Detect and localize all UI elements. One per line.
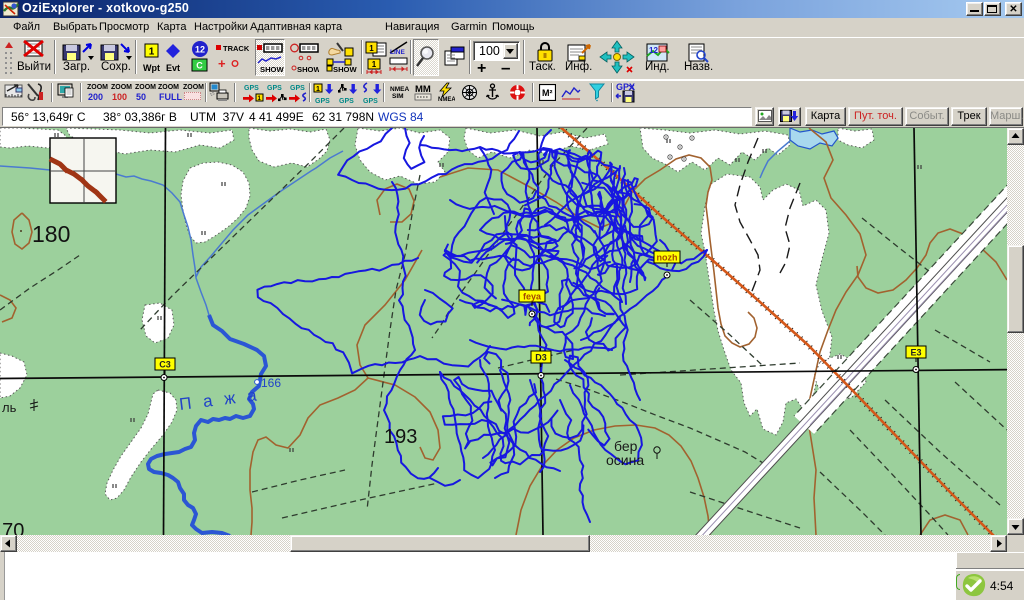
svg-text:feya: feya xyxy=(523,292,542,302)
svg-text:12: 12 xyxy=(195,45,205,55)
svg-text:GPS: GPS xyxy=(267,85,282,92)
svg-text:1: 1 xyxy=(316,86,320,93)
svg-text:NMEA: NMEA xyxy=(438,97,455,102)
svg-text:1: 1 xyxy=(149,47,155,58)
svg-text:C3: C3 xyxy=(159,360,171,370)
svg-text:D3: D3 xyxy=(535,353,547,363)
svg-text:TRACK: TRACK xyxy=(223,44,249,53)
svg-text:LINE: LINE xyxy=(390,49,405,56)
svg-text:+: + xyxy=(218,56,226,71)
svg-text:1: 1 xyxy=(369,44,374,53)
svg-text:M²: M² xyxy=(542,88,553,98)
svg-text:180: 180 xyxy=(32,221,70,247)
svg-text:GPS: GPS xyxy=(363,98,378,104)
svg-text:SHOW: SHOW xyxy=(333,65,357,74)
svg-text:166: 166 xyxy=(261,376,281,390)
svg-text:nozh: nozh xyxy=(657,253,678,263)
svg-text:осина: осина xyxy=(606,452,644,468)
svg-text:170: 170 xyxy=(0,520,24,535)
svg-text:GPS: GPS xyxy=(339,98,354,104)
svg-text:193: 193 xyxy=(384,426,417,448)
svg-text:12: 12 xyxy=(649,46,658,55)
svg-text:SHOW: SHOW xyxy=(260,65,284,74)
svg-text:GPS: GPS xyxy=(315,98,330,104)
svg-text:GPS: GPS xyxy=(244,85,259,92)
svg-text:SHOW: SHOW xyxy=(297,65,319,74)
svg-text:MM: MM xyxy=(415,84,431,95)
svg-text:1: 1 xyxy=(372,60,377,69)
svg-text:SIM: SIM xyxy=(392,93,404,100)
svg-text:GPS: GPS xyxy=(290,85,305,92)
svg-text:C: C xyxy=(196,61,203,71)
svg-text:E3: E3 xyxy=(910,348,921,358)
svg-text:NMEA: NMEA xyxy=(390,86,409,93)
svg-text:ль: ль xyxy=(2,400,17,415)
